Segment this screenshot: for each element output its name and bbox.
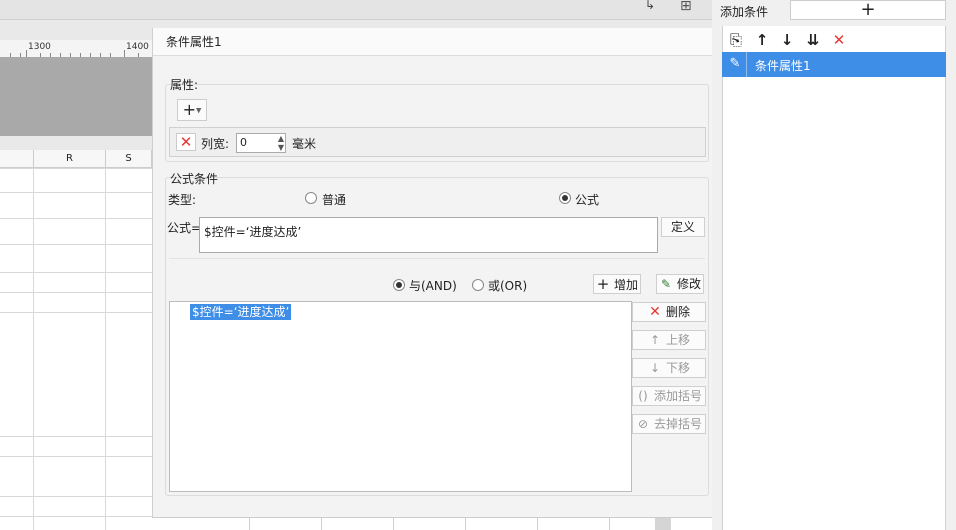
condition-property-item[interactable]: ✎ 条件属性1 [722,52,946,77]
column-header-s[interactable]: S [106,150,152,168]
condition-property-item-label: 条件属性1 [755,59,811,73]
column-width-label: 列宽: [201,137,230,151]
divider [169,258,705,259]
type-label: 类型: [168,193,197,207]
formula-label: 公式= [167,221,202,235]
delete-icon[interactable]: ✕ [830,31,848,49]
plus-icon: + [182,100,196,119]
add-attribute-button[interactable]: +▼ [177,99,207,121]
sheet-grid[interactable] [0,150,152,530]
plus-icon: + [860,0,876,20]
remove-bracket-label: 去掉括号 [653,417,702,431]
arrow-up-icon[interactable]: ↑ [753,31,771,49]
unit-label: 毫米 [292,137,317,151]
logic-or-label[interactable]: 或(OR) [488,277,527,294]
column-width-row: ✕ 列宽: 0 ▲ ▼ 毫米 [169,127,706,157]
edit-icon: ✎ [660,277,672,291]
arrow-down-icon: ↓ [649,361,661,375]
format-painter-icon[interactable]: ↳ [645,0,659,12]
delete-condition-button[interactable]: ✕ 删除 [632,302,706,322]
close-icon: ✕ [179,133,193,151]
freeze-icon[interactable]: ⊞ [680,0,698,14]
move-up-button[interactable]: ↑ 上移 [632,330,706,350]
formula-condition-label: 公式条件 [170,172,219,186]
copy-icon[interactable]: ⎘ [727,31,745,49]
close-icon: ✕ [649,304,661,320]
add-condition-dropdown-button[interactable]: + [790,0,946,20]
stepper-down-icon[interactable]: ▼ [278,143,284,152]
condition-list[interactable]: $控件=‘进度达成’ [169,301,632,492]
add-condition-title: 添加条件 [720,5,769,19]
type-normal-radio[interactable] [305,192,317,204]
sort-icon[interactable]: ⇊ [804,31,822,49]
ruler-mark-1400: 1400 [126,42,149,52]
sheet-bottom-strip [152,517,720,530]
sheet-gray-area [0,58,152,136]
plus-icon: + [596,275,610,293]
remove-attribute-button[interactable]: ✕ [176,133,196,151]
ruler: 1300 1400 [0,40,152,58]
modify-condition-button[interactable]: ✎ 修改 [656,274,704,294]
move-down-label: 下移 [665,361,690,375]
move-down-button[interactable]: ↓ 下移 [632,358,706,378]
move-up-label: 上移 [665,333,690,347]
dialog-title: 条件属性1 [153,28,721,56]
condition-property-dialog: 条件属性1 属性: +▼ ✕ 列宽: 0 ▲ ▼ 毫米 公式条件 类型: 普通 … [152,28,721,517]
column-header-r[interactable]: R [34,150,106,168]
add-condition-label: 增加 [613,278,638,292]
modify-condition-label: 修改 [676,277,701,291]
formula-input-value[interactable]: $控件=‘进度达成’ [204,225,301,239]
type-formula-label[interactable]: 公式 [575,191,599,208]
arrow-up-icon: ↑ [649,333,661,347]
pencil-icon: ✎ [729,56,741,71]
column-width-value[interactable]: 0 [240,136,247,149]
column-width-stepper[interactable]: 0 ▲ ▼ [236,133,286,153]
add-bracket-label: 添加括号 [653,389,702,403]
bracket-icon: () [638,389,648,403]
formula-input[interactable]: $控件=‘进度达成’ [199,217,658,253]
remove-bracket-icon: ⊘ [637,417,649,431]
add-bracket-button[interactable]: () 添加括号 [632,386,706,406]
logic-and-radio[interactable] [393,279,405,291]
type-normal-label[interactable]: 普通 [322,191,346,208]
condition-property-list[interactable] [722,26,946,530]
attributes-label: 属性: [170,78,199,92]
stepper-up-icon[interactable]: ▲ [278,134,284,143]
condition-list-item[interactable]: $控件=‘进度达成’ [190,304,292,320]
column-header-blank [0,150,34,168]
logic-or-radio[interactable] [472,279,484,291]
define-button[interactable]: 定义 [661,217,705,237]
type-formula-radio[interactable] [559,192,571,204]
ruler-mark-1300: 1300 [28,42,51,52]
logic-and-label[interactable]: 与(AND) [409,277,457,294]
sheet-top-bar [0,0,720,20]
arrow-down-icon[interactable]: ↓ [778,31,796,49]
add-condition-button[interactable]: + 增加 [593,274,641,294]
delete-condition-label: 删除 [665,305,690,319]
remove-bracket-button[interactable]: ⊘ 去掉括号 [632,414,706,434]
